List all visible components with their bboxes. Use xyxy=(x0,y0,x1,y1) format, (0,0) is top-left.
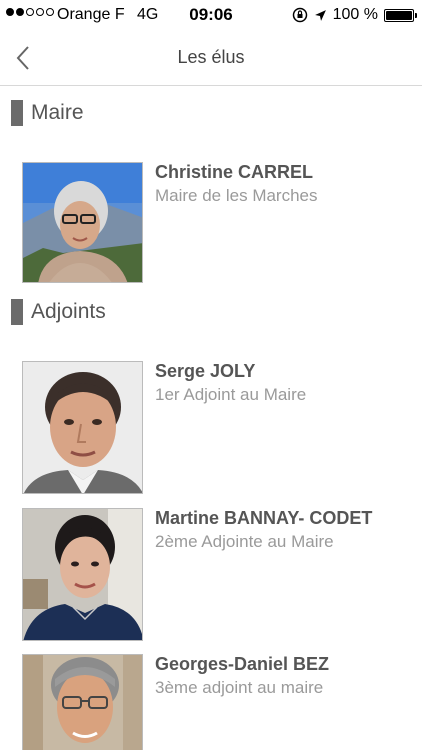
person-photo xyxy=(22,162,143,283)
battery-percentage: 100 % xyxy=(332,6,378,23)
person-role: 3ème adjoint au maire xyxy=(155,678,324,697)
location-arrow-icon xyxy=(314,9,326,21)
person-item[interactable]: Georges-Daniel BEZ 3ème adjoint au maire xyxy=(22,654,412,750)
navigation-bar: Les élus xyxy=(0,30,422,86)
section-label: Adjoints xyxy=(31,300,106,323)
person-item[interactable]: Martine BANNAY- CODET 2ème Adjointe au M… xyxy=(22,508,412,641)
page-title: Les élus xyxy=(177,47,245,67)
section-marker xyxy=(11,299,23,325)
person-item[interactable]: Christine CARREL Maire de les Marches xyxy=(22,162,412,287)
person-name: Martine BANNAY- CODET xyxy=(155,508,373,528)
battery-icon xyxy=(384,8,417,22)
person-name: Serge JOLY xyxy=(155,361,256,381)
person-role: Maire de les Marches xyxy=(155,186,318,205)
section-header-maire: Maire xyxy=(11,98,84,128)
section-label: Maire xyxy=(31,101,84,124)
person-photo xyxy=(22,361,143,494)
rotation-lock-icon xyxy=(292,7,307,23)
section-marker xyxy=(11,100,23,126)
person-photo xyxy=(22,654,143,750)
person-role: 1er Adjoint au Maire xyxy=(155,385,307,404)
person-name: Georges-Daniel BEZ xyxy=(155,654,330,674)
person-name: Christine CARREL xyxy=(155,162,314,182)
person-item[interactable]: Serge JOLY 1er Adjoint au Maire xyxy=(22,361,412,494)
person-photo xyxy=(22,508,143,641)
status-bar: Orange F 4G 09:06 100 % xyxy=(0,0,422,30)
section-header-adjoints: Adjoints xyxy=(11,297,106,327)
person-role: 2ème Adjointe au Maire xyxy=(155,532,334,551)
